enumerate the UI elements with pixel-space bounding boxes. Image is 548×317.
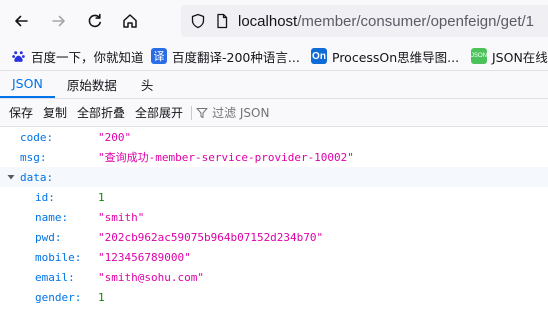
reload-button[interactable]	[79, 5, 111, 37]
viewer-toolbar: 保存 复制 全部折叠 全部展开 过滤 JSON	[0, 99, 548, 127]
json-value: "123456789000"	[98, 250, 191, 264]
json-tree: code: "200" msg: "查询成功-member-service-pr…	[0, 127, 548, 307]
bookmark-label: JSON在线解	[492, 49, 548, 65]
json-value: "202cb962ac59075b964b07152d234b70"	[98, 230, 324, 244]
bookmark-baidu[interactable]: 百度一下，你就知道	[10, 47, 144, 66]
json-key: gender:	[35, 290, 82, 304]
bookmark-processon[interactable]: On ProcessOn思维导图...	[311, 47, 459, 66]
shield-icon[interactable]	[190, 13, 206, 29]
page-info-icon[interactable]	[214, 13, 230, 29]
url-host: localhost	[238, 12, 298, 30]
url-path: /member/consumer/openfeign/get/1	[297, 12, 535, 30]
filter-placeholder: 过滤 JSON	[212, 106, 270, 120]
json-row-name[interactable]: name: "smith"	[0, 207, 548, 227]
arrow-right-icon	[52, 15, 65, 27]
chevron-down-icon[interactable]	[6, 172, 16, 182]
json-row-msg[interactable]: msg: "查询成功-member-service-provider-10002…	[0, 147, 548, 167]
json-key: code:	[20, 130, 54, 144]
json-value: 1	[98, 190, 105, 204]
json-row-id[interactable]: id: 1	[0, 187, 548, 207]
baidu-translate-icon: 译	[151, 48, 167, 64]
bookmark-json-online[interactable]: JSON JSON在线解	[471, 47, 548, 66]
bookmark-label: 百度翻译-200种语言...	[172, 49, 300, 65]
bookmarks-toolbar: 百度一下，你就知道 译 百度翻译-200种语言... On ProcessOn思…	[0, 42, 548, 71]
url-text[interactable]: localhost/member/consumer/openfeign/get/…	[238, 13, 534, 30]
json-row-data[interactable]: data:	[0, 167, 548, 187]
home-button[interactable]	[114, 5, 146, 37]
json-value: "smith@sohu.com"	[98, 270, 204, 284]
forward-button[interactable]	[43, 5, 75, 37]
json-value: 1	[98, 290, 105, 304]
tab-headers[interactable]: 头	[129, 71, 166, 98]
json-online-icon: JSON	[471, 48, 487, 64]
home-icon	[123, 14, 137, 28]
json-row-mobile[interactable]: mobile: "123456789000"	[0, 247, 548, 267]
filter-icon	[196, 107, 208, 118]
json-value: "smith"	[98, 210, 145, 224]
json-value: "查询成功-member-service-provider-10002"	[98, 151, 354, 164]
json-key: pwd:	[35, 230, 62, 244]
reload-icon	[88, 13, 101, 28]
viewer-tabs: JSON 原始数据 头	[0, 71, 548, 99]
save-button[interactable]: 保存	[0, 104, 38, 121]
processon-icon: On	[311, 48, 327, 64]
arrow-left-icon	[15, 15, 28, 27]
json-row-email[interactable]: email: "smith@sohu.com"	[0, 267, 548, 287]
json-key: data:	[20, 170, 54, 184]
address-bar[interactable]: localhost/member/consumer/openfeign/get/…	[181, 5, 548, 37]
json-row-pwd[interactable]: pwd: "202cb962ac59075b964b07152d234b70"	[0, 227, 548, 247]
baidu-paw-icon	[10, 48, 26, 64]
expand-all-button[interactable]: 全部展开	[130, 104, 188, 121]
bookmark-label: ProcessOn思维导图...	[332, 49, 460, 65]
json-key: email:	[35, 270, 75, 284]
json-key: id:	[35, 190, 55, 204]
collapse-all-button[interactable]: 全部折叠	[72, 104, 130, 121]
json-key: name:	[35, 210, 69, 224]
toolbar-divider	[191, 105, 193, 120]
json-key: msg:	[20, 150, 47, 164]
json-row-gender[interactable]: gender: 1	[0, 287, 548, 307]
json-value: "200"	[98, 130, 132, 144]
browser-navbar: localhost/member/consumer/openfeign/get/…	[0, 0, 548, 42]
tab-raw-data[interactable]: 原始数据	[55, 71, 129, 98]
bookmark-baidu-translate[interactable]: 译 百度翻译-200种语言...	[151, 47, 300, 66]
json-key: mobile:	[35, 250, 82, 264]
filter-json-input[interactable]: 过滤 JSON	[196, 104, 269, 121]
json-row-code[interactable]: code: "200"	[0, 127, 548, 147]
back-button[interactable]	[5, 5, 37, 37]
bookmark-label: 百度一下，你就知道	[31, 49, 144, 65]
tab-json[interactable]: JSON	[0, 71, 55, 98]
copy-button[interactable]: 复制	[38, 104, 72, 121]
